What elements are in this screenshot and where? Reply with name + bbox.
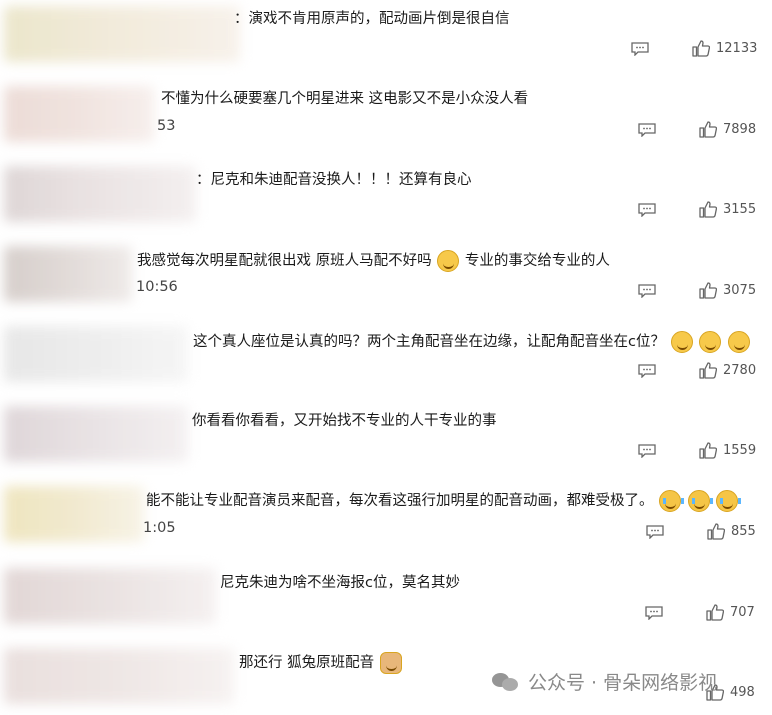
comment-text: ：演戏不肯用原声的，配动画片倒是很自信 [234,11,510,27]
reply-icon[interactable] [645,606,663,620]
like-button[interactable]: 2780 [699,362,756,379]
blurred-avatar-username [4,246,132,302]
like-button[interactable]: 7898 [699,121,756,138]
comment-item: 这个真人座位是认真的吗？两个主角配音坐在边缘，让配角配音坐在c位？ 2780 [0,320,772,400]
like-button[interactable]: 855 [707,523,756,540]
sweat-smile-emoji-icon [727,331,750,353]
comment-item: ：尼克和朱迪配音没换人！！！还算有良心 3155 [0,160,772,240]
crying-emoji-icon [716,490,742,512]
crying-emoji-icon [687,490,713,512]
food-emoji-icon [379,652,402,674]
comment-item: 我感觉每次明星配就很出戏 原班人马配不好吗 专业的事交给专业的人 10:56 3… [0,240,772,320]
thumbs-up-icon [699,201,717,218]
like-button[interactable]: 3155 [699,201,756,218]
crying-emoji-icon [659,490,685,512]
comment-text: 能不能让专业配音演员来配音，每次看这强行加明星的配音动画，都难受极了。 [146,490,742,512]
thumbs-up-icon [699,121,717,138]
like-count: 1559 [723,443,757,458]
reply-icon[interactable] [646,525,664,539]
reply-icon[interactable] [631,42,649,56]
reply-icon[interactable] [638,284,656,298]
reply-icon[interactable] [638,203,656,217]
like-count: 707 [730,605,755,620]
blurred-avatar-username [4,326,188,382]
blurred-avatar-username [4,406,188,462]
comment-item: 不懂为什么硬要塞几个明星进来 这电影又不是小众没人看 53 7898 [0,80,772,160]
watermark-text: 公众号 · 骨朵网络影视 [528,672,718,694]
timestamp: 1:05 [143,520,176,536]
sweat-smile-emoji-icon [437,250,460,272]
blurred-avatar-username [4,6,240,62]
sweat-smile-emoji-icon [670,331,693,353]
comment-item: ：演戏不肯用原声的，配动画片倒是很自信 12133 [0,0,772,80]
comment-text: 我感觉每次明星配就很出戏 原班人马配不好吗 专业的事交给专业的人 [137,250,610,272]
comment-text: 那还行 狐兔原班配音 [239,652,403,674]
thumbs-up-icon [699,362,717,379]
sweat-smile-emoji-icon [699,331,722,353]
like-count: 12133 [716,41,758,56]
blurred-avatar-username [4,568,216,624]
blurred-avatar-username [4,486,144,542]
thumbs-up-icon [699,442,717,459]
like-button[interactable]: 12133 [692,40,757,57]
comment-text: 你看看你看看，又开始找不专业的人干专业的事 [192,413,497,429]
reply-icon[interactable] [638,444,656,458]
blurred-avatar-username [4,166,196,222]
like-count: 3075 [723,283,757,298]
thumbs-up-icon [707,523,725,540]
thumbs-up-icon [706,604,724,621]
comment-text: ：尼克和朱迪配音没换人！！！还算有良心 [196,172,472,188]
like-button[interactable]: 707 [706,604,755,621]
reply-icon[interactable] [638,364,656,378]
like-count: 7898 [723,122,757,137]
reply-icon[interactable] [638,123,656,137]
like-count: 498 [730,685,755,700]
like-count: 3155 [723,202,757,217]
watermark: 公众号 · 骨朵网络影视 [492,668,717,695]
like-button[interactable]: 3075 [699,282,756,299]
wechat-logo-icon [492,671,520,693]
like-count: 2780 [723,363,757,378]
blurred-avatar-username [4,86,154,142]
blurred-avatar-username [4,648,234,704]
comment-item: 能不能让专业配音演员来配音，每次看这强行加明星的配音动画，都难受极了。 1:05… [0,480,772,560]
comment-text: 不懂为什么硬要塞几个明星进来 这电影又不是小众没人看 [161,91,529,107]
comment-item: 你看看你看看，又开始找不专业的人干专业的事 1559 [0,400,772,480]
timestamp: 53 [157,118,176,134]
like-button[interactable]: 1559 [699,442,756,459]
like-count: 855 [731,524,756,539]
timestamp: 10:56 [136,279,178,295]
comment-text: 尼克朱迪为啥不坐海报c位，莫名其妙 [220,575,460,591]
thumbs-up-icon [699,282,717,299]
thumbs-up-icon [692,40,710,57]
comment-item: 尼克朱迪为啥不坐海报c位，莫名其妙 707 [0,562,772,642]
comment-text: 这个真人座位是认真的吗？两个主角配音坐在边缘，让配角配音坐在c位？ [193,331,751,353]
